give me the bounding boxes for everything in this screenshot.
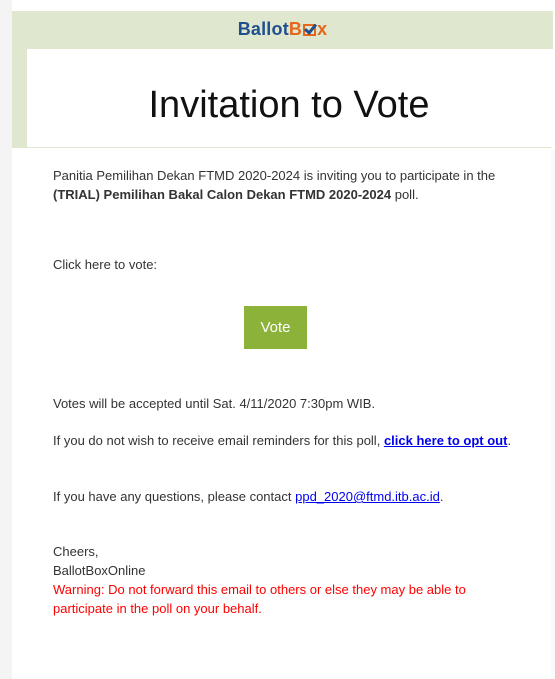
vote-button-container: Vote <box>53 306 528 349</box>
logo-text-b: B <box>288 19 303 39</box>
deadline-text: Votes will be accepted until Sat. 4/11/2… <box>53 396 376 411</box>
intro-paragraph: Panitia Pemilihan Dekan FTMD 2020-2024 i… <box>53 166 528 204</box>
right-margin <box>551 150 555 679</box>
contact-period: . <box>439 489 444 504</box>
optout-paragraph: If you do not wish to receive email remi… <box>53 431 523 450</box>
vote-button[interactable]: Vote <box>244 306 307 349</box>
logo-text-ballot: Ballot <box>237 19 289 39</box>
hero-accent <box>12 49 27 148</box>
ballotbox-logo: BallotB x <box>238 19 328 40</box>
email-page: BallotB x Invitation to Vote Panitia Pemi… <box>0 0 555 679</box>
checkbox-check-icon <box>303 24 317 36</box>
brand-header: BallotB x <box>12 11 553 49</box>
intro-text: Panitia Pemilihan Dekan FTMD 2020-2024 i… <box>53 168 496 183</box>
intro-text-end: poll. <box>391 187 419 202</box>
contact-paragraph: If you have any questions, please contac… <box>53 487 523 506</box>
hero-banner: Invitation to Vote <box>27 49 551 148</box>
logo-text-x: x <box>317 19 328 39</box>
signoff: Cheers, BallotBoxOnline <box>53 542 146 580</box>
contact-text: If you have any questions, please contac… <box>53 489 296 504</box>
signoff-sender: BallotBoxOnline <box>53 563 146 578</box>
optout-link[interactable]: click here to opt out <box>384 433 508 448</box>
contact-email-link[interactable]: ppd_2020@ftmd.itb.ac.id <box>295 489 440 504</box>
optout-period: . <box>507 433 512 448</box>
poll-name: (TRIAL) Pemilihan Bakal Calon Dekan FTMD… <box>53 187 392 202</box>
signoff-greeting: Cheers, <box>53 544 99 559</box>
optout-text: If you do not wish to receive email remi… <box>53 433 384 448</box>
page-title: Invitation to Vote <box>148 84 430 126</box>
left-margin <box>0 0 12 679</box>
click-prompt: Click here to vote: <box>53 257 158 272</box>
email-body: Panitia Pemilihan Dekan FTMD 2020-2024 i… <box>53 166 528 616</box>
warning-text: Warning: Do not forward this email to ot… <box>53 582 466 616</box>
